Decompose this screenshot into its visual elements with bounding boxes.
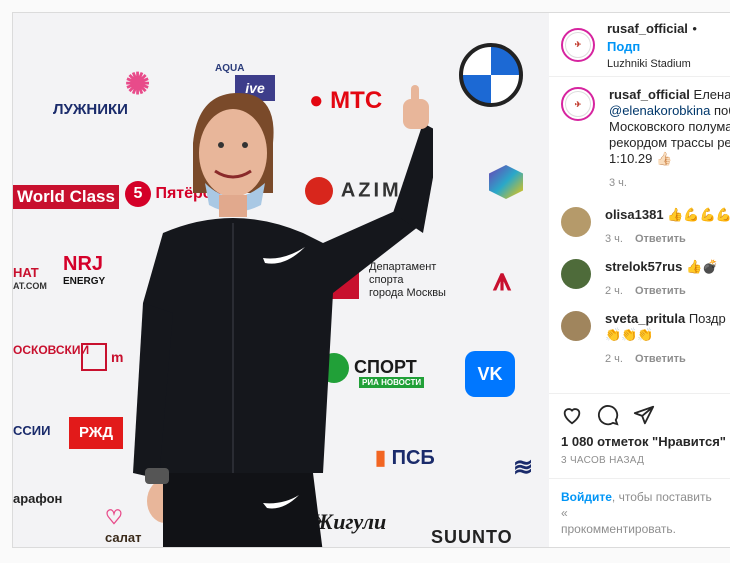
follow-button[interactable]: Подп [607,39,640,54]
m-text: m [111,349,124,365]
comment-username[interactable]: strelok57rus [605,259,682,274]
comment-time: 2 ч. [605,353,623,365]
caption-line4: рекордом трассы ре [609,135,730,150]
vk-logo: VK [465,351,515,397]
post-header: ✈ rusaf_official • Подп Luzhniki Stadium [549,13,730,77]
marathon-logo: арафон [13,491,63,506]
world-class-logo: World Class [13,185,119,209]
comment-text: 👍💣 [685,259,719,274]
luzhniki-logo: ЛУЖНИКИ [53,101,128,118]
asics-logo: ≋ [513,454,534,481]
caption-line3: Московского полума [609,119,730,134]
comment-item: strelok57rus 👍💣 2 ч. Ответить [561,259,718,299]
caption-line5: 1:10.29 👍🏻 [609,151,673,166]
likes-count[interactable]: 1 080 отметок "Нравится" [561,434,726,449]
post-timestamp: 3 ЧАСОВ НАЗАД [561,455,645,466]
caption-text: rusaf_official Елена @elenakorobkina поб… [609,87,730,191]
aqua-logo: AQUA [215,63,245,74]
moskovsky-logo: ОСКОВСКИЙ [13,343,90,357]
caption: ✈ rusaf_official Елена @elenakorobkina п… [561,87,730,191]
m-logo [81,343,107,371]
rusaf-logo-icon: ✈ [565,91,591,117]
comment-item: olisa1381 👍💪💪💪 3 ч. Ответить [561,207,730,247]
header-username[interactable]: rusaf_official [607,21,688,36]
comments-list: ✈ rusaf_official Елена @elenakorobkina п… [549,77,730,393]
post-sidebar: ✈ rusaf_official • Подп Luzhniki Stadium… [549,13,730,547]
comment-avatar[interactable] [561,311,591,341]
like-heart-icon[interactable] [561,404,583,426]
red-arch-logo: ⩚ [493,261,512,297]
caption-line2: поб [714,103,730,118]
hat-com-logo: AT.COM [13,281,47,291]
share-paper-plane-icon[interactable] [633,404,655,426]
comment-avatar[interactable] [561,207,591,237]
rusaf-logo-icon: ✈ [565,31,591,58]
comment-item: sveta_pritula Поздр 👏👏👏 2 ч. Ответить [561,311,726,367]
location-link[interactable]: Luzhniki Stadium [607,58,730,70]
header-dot: • [692,20,697,36]
comment-time: 2 ч. [605,285,623,297]
caption-username[interactable]: rusaf_official [609,87,690,102]
post-image[interactable]: AQUA ЛУЖНИКИ ✺ ive ● МТС World Class 5 П… [13,13,549,547]
comment-text: 👍💪💪💪 [667,207,730,222]
comment-avatar[interactable] [561,259,591,289]
comment-text: Поздр [688,311,726,326]
reply-button[interactable]: Ответить [635,353,686,365]
post-container: AQUA ЛУЖНИКИ ✺ ive ● МТС World Class 5 П… [12,12,730,548]
comment-text-line2: 👏👏👏 [605,327,654,342]
energy-logo: NRJ ENERGY [63,253,106,287]
bmw-logo [459,43,523,107]
reply-button[interactable]: Ответить [635,233,686,245]
hat-logo: HAT [13,265,39,280]
caption-meta: 3 ч. [609,175,730,191]
comment-username[interactable]: olisa1381 [605,207,664,222]
comment-username[interactable]: sveta_pritula [605,311,685,326]
caption-avatar[interactable]: ✈ [561,87,595,121]
suunto-logo: SUUNTO [431,527,513,547]
login-prompt: Войдите, чтобы поставить « прокомментиро… [549,478,730,547]
profile-avatar[interactable]: ✈ [561,27,595,62]
rzd-logo: РЖД [69,417,123,449]
login-text-line2: прокомментировать. [561,522,676,536]
athlete-figure [133,85,433,547]
comment-time: 3 ч. [605,233,623,245]
caption-line1: Елена [693,87,730,102]
ssii-logo: ССИИ [13,423,51,438]
caption-mention[interactable]: @elenakorobkina [609,103,710,118]
comment-bubble-icon[interactable] [597,404,619,426]
post-actions: 1 080 отметок "Нравится" 3 ЧАСОВ НАЗАД [549,393,730,466]
caption-time: 3 ч. [609,177,627,189]
login-link[interactable]: Войдите [561,490,612,504]
reply-button[interactable]: Ответить [635,285,686,297]
